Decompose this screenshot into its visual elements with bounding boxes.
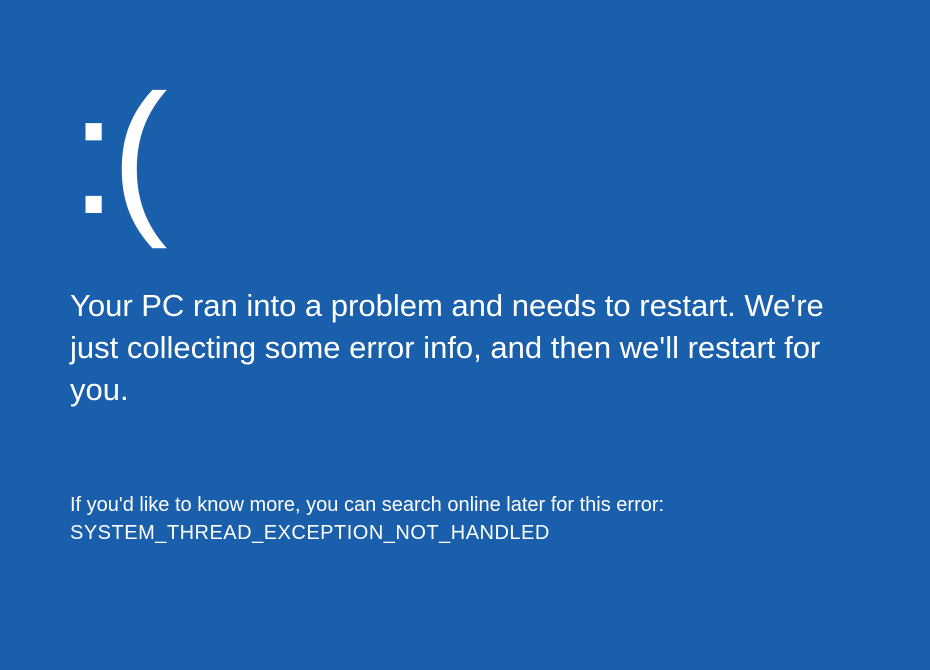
main-error-message: Your PC ran into a problem and needs to … (70, 285, 860, 411)
search-hint-text: If you'd like to know more, you can sear… (70, 491, 860, 519)
error-code: SYSTEM_THREAD_EXCEPTION_NOT_HANDLED (70, 519, 860, 547)
sad-face-emoticon: :( (70, 70, 860, 240)
